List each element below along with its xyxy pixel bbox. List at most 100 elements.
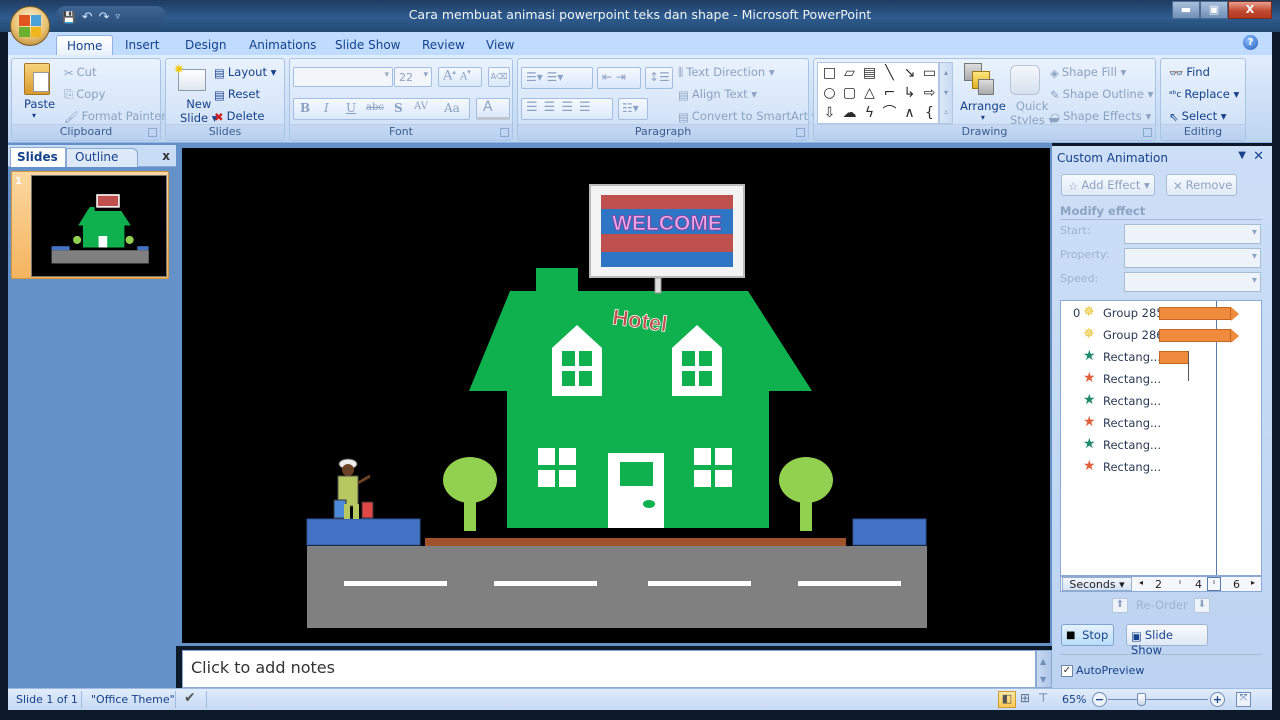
shadow-button[interactable]: S <box>394 101 403 115</box>
road-marking[interactable] <box>494 581 597 586</box>
tab-view[interactable]: View <box>476 35 524 57</box>
sidewalk-right[interactable] <box>852 518 927 546</box>
timeline-bar[interactable] <box>1159 307 1231 320</box>
timeline-bar[interactable] <box>1159 351 1189 364</box>
road-marking[interactable] <box>798 581 901 586</box>
bullets-icon[interactable]: ☰▾ <box>526 70 543 84</box>
pane-options-icon[interactable]: ▼ <box>1238 150 1246 161</box>
indent-buttons[interactable]: ⇤ ⇥ <box>597 67 641 89</box>
layout-button[interactable]: ▤ Layout ▾ <box>214 65 276 80</box>
paste-dropdown-icon[interactable]: ▾ <box>32 111 36 120</box>
clipboard-launcher-icon[interactable] <box>148 128 157 137</box>
slide-thumbnail-selected[interactable]: 1 <box>11 171 169 279</box>
grow-font-button[interactable]: A <box>443 68 452 83</box>
road-marking[interactable] <box>344 581 447 586</box>
animation-item[interactable]: ★ Rectang... <box>1061 369 1261 389</box>
align-left-icon[interactable]: ☰ <box>526 100 544 115</box>
chimney-shape[interactable] <box>536 268 578 278</box>
shape-arrow-line-icon[interactable]: ↘ <box>901 65 918 82</box>
close-pane-icon[interactable]: x <box>162 149 170 163</box>
align-right-icon[interactable]: ☰ <box>561 100 579 115</box>
close-button[interactable]: X <box>1228 1 1272 19</box>
animation-item[interactable]: ✵ Group 286 <box>1061 325 1261 345</box>
slide-sorter-icon[interactable]: ⊞ <box>1020 691 1030 705</box>
tab-home[interactable]: Home <box>56 35 114 57</box>
fit-to-window-icon[interactable]: ⤧ <box>1236 692 1251 707</box>
tab-review[interactable]: Review <box>412 35 475 57</box>
tab-outline[interactable]: Outline <box>66 148 138 167</box>
checkbox-checked-icon[interactable]: ✓ <box>1061 665 1073 677</box>
property-select[interactable] <box>1124 248 1261 268</box>
font-color-button[interactable]: A <box>476 98 510 120</box>
welcome-sign[interactable]: WELCOME <box>589 184 745 278</box>
timeline-scroll-right-icon[interactable]: ▸ <box>1251 578 1255 587</box>
tab-design[interactable]: Design <box>175 35 236 57</box>
character-spacing-button[interactable]: AV <box>414 101 428 112</box>
zoom-level[interactable]: 65% <box>1062 693 1086 706</box>
sign-text[interactable]: WELCOME <box>612 212 722 236</box>
shape-right-arrow-icon[interactable]: ⇨ <box>921 85 938 102</box>
start-select[interactable] <box>1124 224 1261 244</box>
new-slide-button[interactable]: New Slide ▾ <box>180 97 218 125</box>
delete-button[interactable]: ✖ Delete <box>214 109 264 124</box>
road-shape[interactable] <box>307 546 927 628</box>
zoom-out-button[interactable]: − <box>1092 692 1107 707</box>
slide-thumbnail[interactable] <box>31 175 167 277</box>
shape-oval-icon[interactable]: ○ <box>821 85 838 102</box>
decrease-indent-icon[interactable]: ⇤ <box>602 70 612 84</box>
traveler-clipart[interactable] <box>333 458 374 519</box>
seconds-dropdown[interactable]: Seconds ▾ <box>1062 577 1132 591</box>
shape-rounded-rectangle-icon[interactable]: ▢ <box>841 85 858 102</box>
animation-item[interactable]: ★ Rectang... <box>1061 347 1261 381</box>
copy-button[interactable]: ⎘ Copy <box>64 87 105 102</box>
shape-down-arrow-icon[interactable]: ⇩ <box>821 105 838 122</box>
shape-parallelogram-icon[interactable]: ▱ <box>841 65 858 82</box>
grow-shrink-font-buttons[interactable]: A▴ A▾ <box>438 67 482 87</box>
drawing-launcher-icon[interactable] <box>1143 128 1152 137</box>
road-marking[interactable] <box>648 581 751 586</box>
paragraph-launcher-icon[interactable] <box>796 128 805 137</box>
autopreview-checkbox[interactable]: ✓ AutoPreview <box>1061 664 1144 677</box>
shape-brace-icon[interactable]: { <box>921 105 938 122</box>
tree-right[interactable] <box>779 457 833 531</box>
animation-item[interactable]: ★ Rectang... <box>1061 457 1261 477</box>
curb-shape[interactable] <box>425 538 846 546</box>
sign-pole[interactable] <box>654 277 662 294</box>
format-painter-button[interactable]: 🖌 Format Painter <box>64 109 166 124</box>
font-name-input[interactable]: ▾ <box>293 67 393 87</box>
shape-outline-button[interactable]: ✎ Shape Outline ▾ <box>1050 87 1153 102</box>
animation-item[interactable]: ★ Rectang... <box>1061 435 1261 455</box>
playhead-marker[interactable]: ı <box>1207 577 1221 591</box>
change-case-button[interactable]: Aa <box>444 101 460 115</box>
font-launcher-icon[interactable] <box>500 128 509 137</box>
close-pane-icon[interactable]: ✕ <box>1253 149 1264 164</box>
tab-animations[interactable]: Animations <box>239 35 326 57</box>
arrange-button[interactable]: Arrange ▾ <box>960 99 1006 122</box>
slide-show-view-icon[interactable]: ⊤ <box>1038 691 1048 705</box>
clear-formatting-button[interactable]: A⌫ <box>488 67 510 87</box>
select-button[interactable]: ⇖ Select ▾ <box>1169 109 1227 124</box>
move-down-icon[interactable]: ⬇ <box>1194 598 1210 613</box>
animation-item[interactable]: 0 ✵ Group 285 <box>1061 303 1261 323</box>
paste-button[interactable]: Paste <box>24 97 55 111</box>
shape-arc-icon[interactable]: ⌒ <box>881 105 898 122</box>
shape-fill-button[interactable]: ◈ Shape Fill ▾ <box>1050 65 1126 80</box>
timeline-bar[interactable] <box>1159 329 1231 342</box>
shape-scribble-icon[interactable]: ϟ <box>861 105 878 122</box>
text-direction-button[interactable]: ⫼ Text Direction ▾ <box>678 65 775 80</box>
convert-smartart-button[interactable]: ▤ Convert to SmartArt ▾ <box>678 109 818 124</box>
shape-rectangle-icon[interactable]: □ <box>821 65 838 82</box>
font-size-input[interactable]: 22 ▾ <box>394 67 432 87</box>
align-text-button[interactable]: ▤ Align Text ▾ <box>678 87 757 102</box>
replace-button[interactable]: ᵃᵇc Replace ▾ <box>1169 87 1239 101</box>
shape-line-icon[interactable]: ╲ <box>881 65 898 82</box>
columns-button[interactable]: ☷▾ <box>618 98 648 120</box>
speed-select[interactable] <box>1124 272 1261 292</box>
slide-show-button[interactable]: ▣ Slide Show <box>1126 624 1208 657</box>
stop-button[interactable]: ■ Stop <box>1061 624 1114 646</box>
normal-view-icon[interactable]: ◧ <box>998 691 1016 708</box>
theme-name[interactable]: "Office Theme" <box>91 693 175 706</box>
shape-triangle-icon[interactable]: △ <box>861 85 878 102</box>
timeline-scroll-left-icon[interactable]: ◂ <box>1139 578 1143 587</box>
remove-button[interactable]: ✕ Remove <box>1166 174 1237 196</box>
